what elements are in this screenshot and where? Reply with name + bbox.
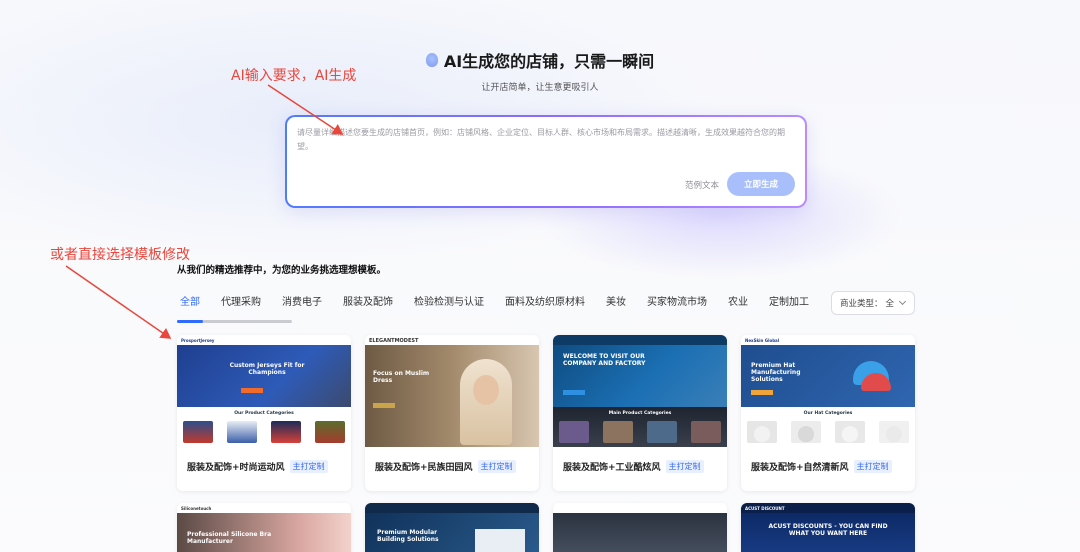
tab-apparel[interactable]: 服装及配饰 xyxy=(343,293,393,308)
mini-hero-text: ACUST DISCOUNTS - YOU CAN FIND WHAT YOU … xyxy=(768,523,888,537)
template-card[interactable]: Siliconetouch Professional Silicone Bra … xyxy=(177,503,351,552)
mini-hero-text: Premium Modular Building Solutions xyxy=(377,529,439,543)
section-heading: 从我们的精选推荐中，为您的业务挑选理想模板。 xyxy=(177,265,387,276)
template-caption: 服装及配饰+自然清新风 主打定制 xyxy=(751,460,892,473)
tab-agriculture[interactable]: 农业 xyxy=(728,293,748,308)
template-thumbnail xyxy=(553,503,727,552)
mini-section-title: Our Product Categories xyxy=(234,411,294,416)
tab-consumer-electronics[interactable]: 消费电子 xyxy=(282,293,322,308)
template-badge: 主打定制 xyxy=(853,460,892,473)
mini-hero-text: Professional Silicone Bra Manufacturer xyxy=(187,531,272,545)
template-thumbnail: Siliconetouch Professional Silicone Bra … xyxy=(177,503,351,552)
arrow-to-prompt xyxy=(267,84,344,135)
template-title: 服装及配饰+时尚运动风 xyxy=(187,463,285,473)
tab-scroll-indicator xyxy=(177,320,292,323)
template-thumbnail: NexSkin Global Premium Hat Manufacturing… xyxy=(741,335,915,447)
mini-brand: NexSkin Global xyxy=(741,335,915,345)
template-badge: 主打定制 xyxy=(477,460,516,473)
mini-section-title: Main Product Categories xyxy=(608,411,672,416)
template-title: 服装及配饰+工业酷炫风 xyxy=(563,463,661,473)
template-card[interactable]: ProsportJersey Custom Jerseys Fit for Ch… xyxy=(177,335,351,491)
tab-beauty[interactable]: 美妆 xyxy=(606,293,626,308)
tab-logistics[interactable]: 买家物流市场 xyxy=(647,293,707,308)
business-type-value: 全 xyxy=(885,299,895,309)
template-badge: 主打定制 xyxy=(289,460,328,473)
mini-section-title: Our Hat Categories xyxy=(803,411,853,416)
template-card[interactable] xyxy=(553,503,727,552)
mini-hero-text: Focus on Muslim Dress xyxy=(373,370,430,384)
mini-brand: ELEGANTMODEST xyxy=(365,335,539,345)
tab-textiles[interactable]: 面料及纺织原材料 xyxy=(505,293,585,308)
mini-hero-text: WELCOME TO VISIT OUR COMPANY AND FACTORY xyxy=(563,353,646,367)
mini-brand: ProsportJersey xyxy=(177,335,351,345)
template-caption: 服装及配饰+时尚运动风 主打定制 xyxy=(187,460,328,473)
template-thumbnail: ProsportJersey Custom Jerseys Fit for Ch… xyxy=(177,335,351,447)
template-thumbnail: Premium Modular Building Solutions xyxy=(365,503,539,552)
mini-hero-text: Premium Hat Manufacturing Solutions xyxy=(751,362,801,383)
chevron-down-icon xyxy=(898,297,907,306)
template-thumbnail: ACUST DISCOUNT ACUST DISCOUNTS - YOU CAN… xyxy=(741,503,915,552)
template-card[interactable]: NexSkin Global Premium Hat Manufacturing… xyxy=(741,335,915,491)
business-type-label: 商业类型： xyxy=(840,299,883,309)
template-caption: 服装及配饰+工业酷炫风 主打定制 xyxy=(563,460,704,473)
arrow-to-templates xyxy=(65,265,172,339)
template-card[interactable]: Premium Modular Building Solutions xyxy=(365,503,539,552)
tab-custom-processing[interactable]: 定制加工 xyxy=(769,293,809,308)
template-caption: 服装及配饰+民族田园风 主打定制 xyxy=(375,460,516,473)
template-thumbnail: WELCOME TO VISIT OUR COMPANY AND FACTORY… xyxy=(553,335,727,447)
business-type-select[interactable]: 商业类型： 全 xyxy=(831,291,915,315)
mini-brand: ACUST DISCOUNT xyxy=(741,503,915,513)
tab-inspection[interactable]: 检验检测与认证 xyxy=(414,293,484,308)
mini-brand: Siliconetouch xyxy=(177,503,351,513)
template-card[interactable]: WELCOME TO VISIT OUR COMPANY AND FACTORY… xyxy=(553,335,727,491)
tab-sourcing-agent[interactable]: 代理采购 xyxy=(221,293,261,308)
template-badge: 主打定制 xyxy=(665,460,704,473)
mini-hero-text: Custom Jerseys Fit for Champions xyxy=(229,362,305,376)
template-title: 服装及配饰+自然清新风 xyxy=(751,463,849,473)
annotation-arrows xyxy=(65,84,344,339)
category-tabs: 全部 代理采购 消费电子 服装及配饰 检验检测与认证 面料及纺织原材料 美妆 买… xyxy=(180,290,830,312)
template-title: 服装及配饰+民族田园风 xyxy=(375,463,473,473)
template-thumbnail: ELEGANTMODEST Focus on Muslim Dress xyxy=(365,335,539,447)
template-card[interactable]: ELEGANTMODEST Focus on Muslim Dress 服装及配… xyxy=(365,335,539,491)
template-card[interactable]: ACUST DISCOUNT ACUST DISCOUNTS - YOU CAN… xyxy=(741,503,915,552)
tab-all[interactable]: 全部 xyxy=(180,293,200,308)
